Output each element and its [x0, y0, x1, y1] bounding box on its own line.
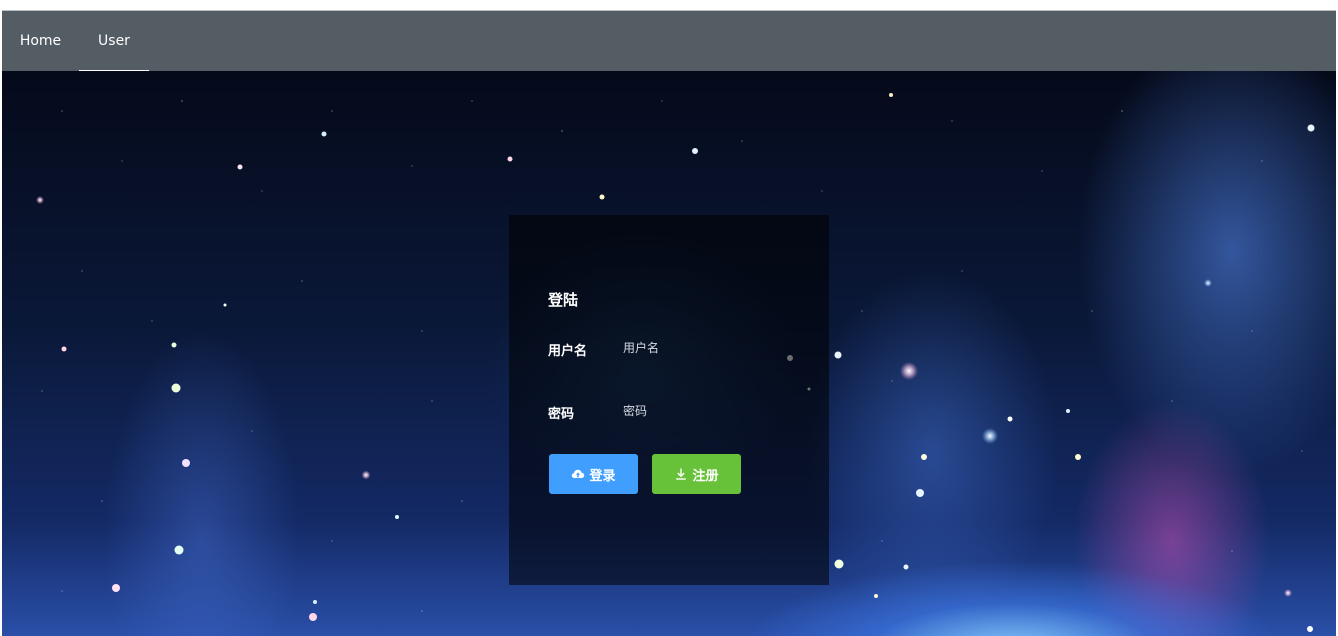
login-button-label: 登录 [589, 468, 616, 484]
starry-background: 登陆 用户名 密码 登录 [2, 71, 1336, 636]
app-frame: Home User 登陆 用户名 用户名 密码 登录 注册 [2, 10, 1336, 636]
nav-item-user[interactable]: User [79, 11, 149, 72]
login-title: 登陆 [548, 291, 579, 309]
register-button-label: 注册 [692, 468, 719, 484]
login-card: 登陆 用户名 密码 登录 [509, 215, 829, 585]
top-navbar: Home User [2, 10, 1336, 72]
password-label: 密码 [548, 407, 575, 422]
nav-item-home[interactable]: Home [2, 11, 79, 71]
register-button[interactable]: 注册 [652, 454, 741, 494]
password-input[interactable] [617, 398, 797, 424]
login-button[interactable]: 登录 [549, 454, 638, 494]
download-icon [674, 467, 688, 481]
username-label: 用户名 [548, 344, 588, 359]
cloud-upload-icon [571, 467, 585, 481]
username-input[interactable] [617, 335, 797, 361]
